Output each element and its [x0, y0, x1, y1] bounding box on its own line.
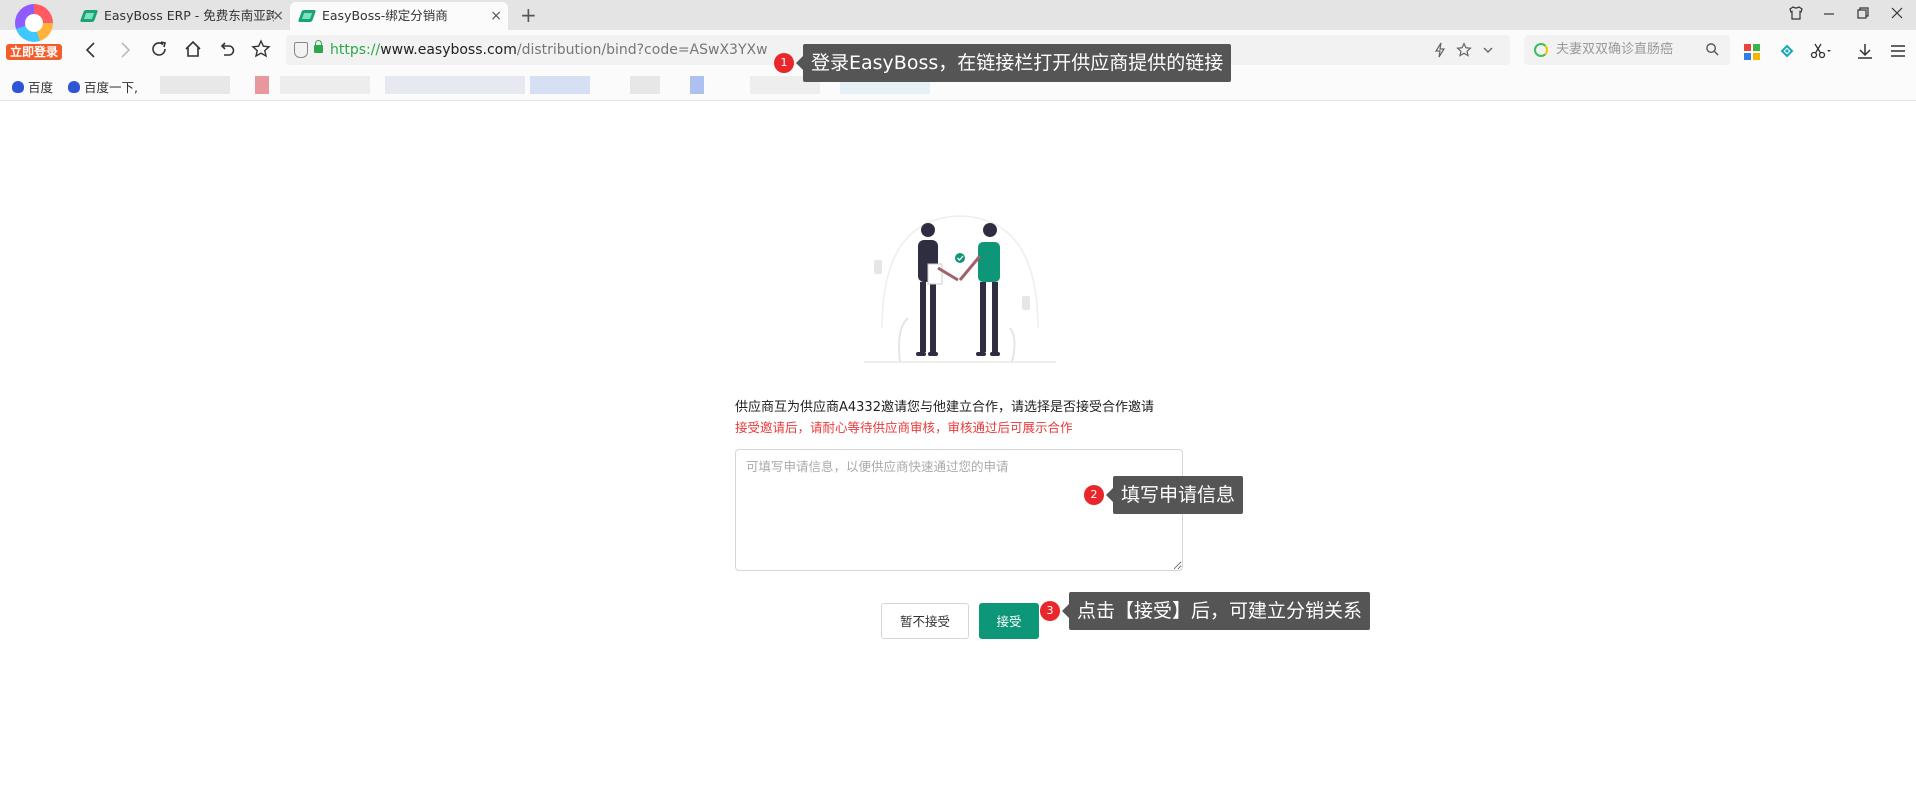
restore-icon[interactable] [1856, 5, 1870, 25]
easyboss-favicon-icon [297, 10, 317, 22]
tab-easyboss-erp[interactable]: EasyBoss ERP - 免费东南亚跨 × [80, 2, 290, 30]
step-callout-3: 点击【接受】后，可建立分销关系 [1061, 592, 1371, 630]
favorite-star-icon[interactable] [248, 38, 274, 66]
lock-icon[interactable] [314, 40, 323, 53]
accept-button[interactable]: 接受 [979, 603, 1039, 639]
bookmark-baidu[interactable]: 百度 [12, 76, 53, 100]
url-path: /distribution/bind?code=ASwX3YXw [516, 42, 768, 58]
tab-title: EasyBoss ERP - 免费东南亚跨 [104, 8, 274, 23]
invitation-message: 供应商互为供应商A4332邀请您与他建立合作，请选择是否接受合作邀请 [735, 400, 1154, 415]
close-window-icon[interactable] [1890, 5, 1904, 25]
baidu-paw-icon [12, 81, 24, 93]
browser-logo[interactable]: 立即登录 [6, 4, 62, 60]
url-text[interactable]: https://www.easyboss.com/distribution/bi… [330, 35, 768, 65]
search-input-placeholder[interactable]: 夫妻双双确诊直肠癌 [1556, 35, 1673, 65]
reload-icon[interactable] [146, 38, 172, 66]
easyboss-favicon-icon [80, 10, 99, 22]
back-icon[interactable] [78, 38, 104, 66]
shield-icon[interactable] [294, 42, 308, 58]
step-marker-3: 3 [1040, 601, 1060, 621]
new-tab-button[interactable]: + [520, 3, 537, 27]
bookmark-star-icon[interactable] [1456, 35, 1472, 65]
undo-close-icon[interactable] [214, 38, 240, 66]
menu-icon[interactable] [1890, 38, 1906, 66]
step-callout-2: 填写申请信息 [1105, 476, 1244, 514]
decline-button[interactable]: 暂不接受 [881, 603, 969, 639]
url-host: www.easyboss.com [380, 42, 517, 58]
home-icon[interactable] [180, 38, 206, 66]
step-marker-1: 1 [774, 53, 794, 73]
step-callout-1: 登录EasyBoss，在链接栏打开供应商提供的链接 [795, 44, 1232, 82]
search-icon[interactable] [1705, 35, 1720, 65]
search-box[interactable]: 夫妻双双确诊直肠癌 [1524, 35, 1730, 65]
lightning-icon[interactable] [1434, 35, 1446, 65]
scissors-icon[interactable] [1810, 38, 1832, 66]
search-engine-icon [1534, 43, 1548, 57]
bookmark-label: 百度一下, [84, 80, 138, 95]
close-tab-icon[interactable]: × [490, 2, 502, 30]
apps-grid-icon[interactable] [1744, 44, 1760, 60]
login-badge[interactable]: 立即登录 [6, 44, 62, 60]
tab-bind-distributor[interactable]: EasyBoss-绑定分销商 × [290, 2, 508, 30]
minimize-icon[interactable] [1822, 5, 1836, 25]
bookmark-label: 百度 [28, 80, 54, 95]
review-hint: 接受邀请后，请耐心等待供应商审核，审核通过后可展示合作 [735, 420, 1073, 435]
url-scheme: https:// [330, 42, 381, 58]
skin-icon[interactable] [1788, 5, 1804, 25]
tab-title: EasyBoss-绑定分销商 [322, 8, 448, 23]
download-icon[interactable] [1856, 38, 1874, 66]
extension-icon[interactable] [1778, 38, 1796, 66]
bookmark-baidu-search[interactable]: 百度一下, [68, 76, 138, 100]
baidu-paw-icon [68, 81, 80, 93]
forward-icon[interactable] [112, 38, 138, 66]
browser-logo-icon [15, 4, 53, 42]
tab-bar: EasyBoss ERP - 免费东南亚跨 × EasyBoss-绑定分销商 ×… [0, 0, 1916, 30]
handshake-illustration [864, 215, 1056, 363]
step-marker-2: 2 [1084, 485, 1104, 505]
close-tab-icon[interactable]: × [272, 2, 284, 30]
chevron-down-icon[interactable] [1482, 35, 1494, 65]
